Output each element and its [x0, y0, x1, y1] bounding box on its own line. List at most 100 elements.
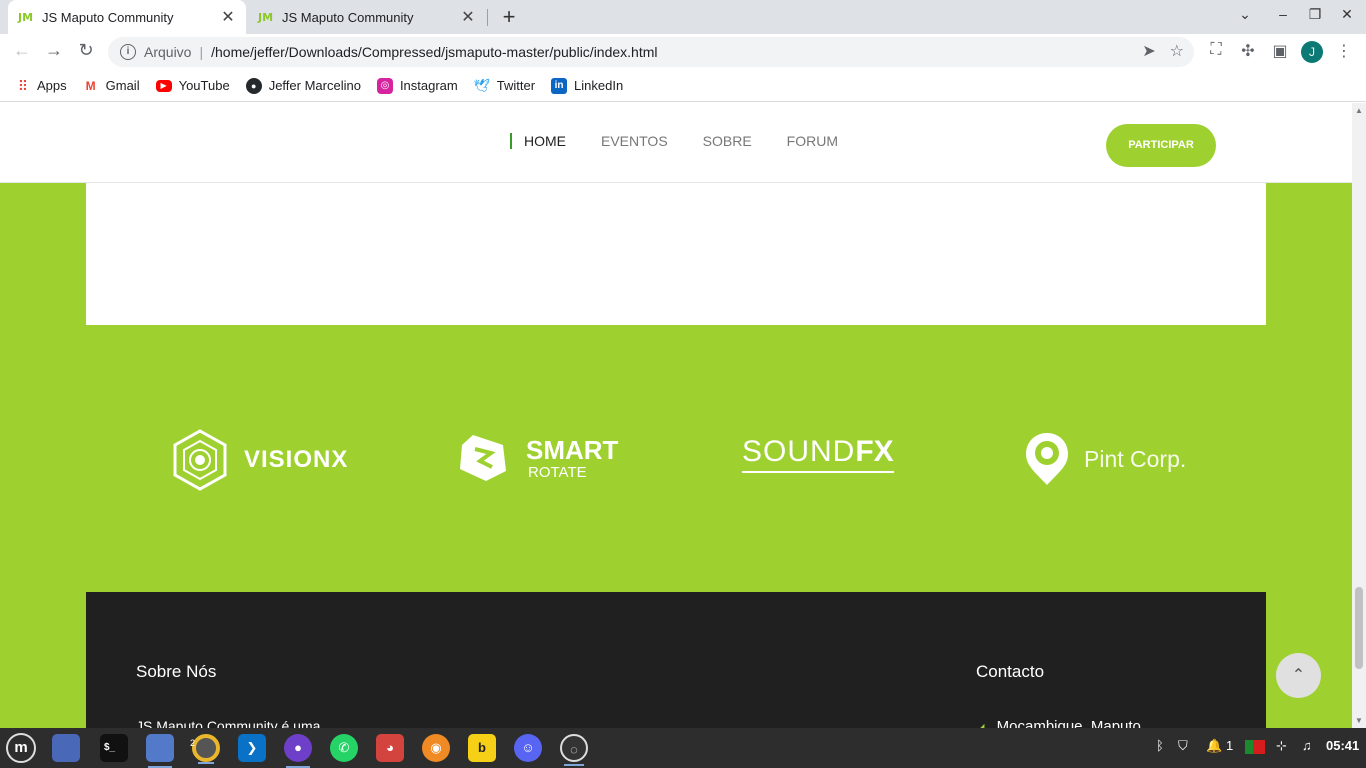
- tab-search-chevron-icon[interactable]: ⌄: [1234, 6, 1256, 23]
- tab-title: JS Maputo Community: [282, 9, 414, 25]
- new-tab-button[interactable]: +: [498, 4, 520, 30]
- nav-eventos[interactable]: EVENTOS: [601, 133, 668, 149]
- tab-title: JS Maputo Community: [42, 9, 174, 25]
- partner-logos: VISIONX SMART ROTATE SOUND FX Pint Corp.: [0, 421, 1352, 501]
- send-icon[interactable]: ➤: [1142, 41, 1155, 61]
- bookmark-apps[interactable]: ⠿ Apps: [14, 78, 67, 94]
- side-panel-icon[interactable]: ▣: [1269, 41, 1291, 61]
- participar-button[interactable]: PARTICIPAR: [1106, 124, 1216, 167]
- address-url[interactable]: /home/jeffer/Downloads/Compressed/jsmapu…: [211, 44, 657, 60]
- scroll-down-arrow-icon[interactable]: ▼: [1355, 716, 1363, 725]
- jsm-favicon-icon: JM: [18, 10, 34, 24]
- tab-divider: [487, 9, 488, 26]
- site-footer: Sobre Nós JS Maputo Community é uma Cont…: [86, 592, 1266, 728]
- site-info-icon[interactable]: i: [120, 44, 136, 60]
- smart-rotate-icon: [460, 435, 506, 481]
- clock[interactable]: 05:41: [1326, 738, 1359, 753]
- notification-count: 1: [1226, 738, 1234, 753]
- network-icon[interactable]: ⊹: [1276, 738, 1287, 754]
- bookmark-gmail[interactable]: M Gmail: [83, 78, 140, 94]
- visionx-logo: VISIONX: [172, 429, 348, 491]
- sound-icon[interactable]: ♫: [1302, 738, 1312, 753]
- notifications-icon[interactable]: 🔔: [1206, 738, 1222, 754]
- github-icon: ●: [245, 77, 262, 94]
- browser-toolbar: ← → ↻ i Arquivo | /home/jeffer/Downloads…: [0, 34, 1366, 70]
- bookmark-jeffer-marcelino[interactable]: ● Jeffer Marcelino: [245, 77, 361, 94]
- footer-about-text: JS Maputo Community é uma: [136, 718, 321, 728]
- bookmark-youtube[interactable]: ▶ YouTube: [155, 78, 230, 93]
- bookmark-instagram[interactable]: ◎ Instagram: [376, 77, 458, 94]
- whatsapp-icon[interactable]: ✆: [330, 734, 358, 762]
- obs-icon[interactable]: ◌: [560, 734, 588, 766]
- sound-wordmark: SOUND: [742, 435, 856, 468]
- scrollbar-thumb[interactable]: [1355, 587, 1363, 669]
- vscode-icon[interactable]: ❯: [238, 734, 266, 762]
- footer-contact-title: Contacto: [976, 662, 1045, 681]
- blender-icon[interactable]: ◉: [422, 734, 450, 762]
- jsm-favicon-icon: JM: [258, 10, 274, 24]
- linkedin-icon: in: [551, 77, 568, 94]
- bookmark-star-icon[interactable]: ☆: [1170, 41, 1184, 61]
- shield-icon[interactable]: ⛉: [1178, 738, 1188, 754]
- sound-fx-logo: SOUND FX: [742, 435, 894, 473]
- site-header: HOME EVENTOS SOBRE FORUM PARTICIPAR: [0, 103, 1352, 183]
- address-divider: |: [199, 44, 204, 60]
- keyboard-layout-flag-icon[interactable]: [1245, 740, 1265, 754]
- nav-home[interactable]: HOME: [510, 133, 566, 149]
- fx-wordmark: FX: [855, 435, 894, 468]
- footer-about-title: Sobre Nós: [136, 662, 217, 681]
- chrome-window-count: 2: [190, 738, 196, 748]
- discord-icon[interactable]: ☺: [514, 734, 542, 762]
- restore-button[interactable]: ❐: [1304, 6, 1326, 23]
- os-taskbar: m $_ 2 ❯ ● ✆ ◕ ◉ b ☺ ◌ ᛒ ⛉ 🔔 1 ⊹ ♫ 05:41: [0, 728, 1366, 768]
- rotate-wordmark: ROTATE: [528, 463, 587, 481]
- close-tab-icon[interactable]: ✕: [460, 7, 476, 27]
- back-to-top-button[interactable]: ⌃: [1276, 653, 1321, 698]
- forward-button[interactable]: →: [42, 40, 66, 61]
- minimize-button[interactable]: –: [1272, 6, 1294, 22]
- bookmark-label: Twitter: [496, 78, 536, 93]
- screen-capture-icon[interactable]: ⛶: [1205, 41, 1227, 59]
- terminal-icon[interactable]: $_: [100, 734, 128, 762]
- footer-contact-text: Moçambique, Maputo: [996, 718, 1141, 728]
- browser-menu-icon[interactable]: ⋮: [1333, 41, 1355, 61]
- content-card: [86, 183, 1266, 325]
- site-nav: HOME EVENTOS SOBRE FORUM: [510, 133, 873, 149]
- extensions-puzzle-icon[interactable]: ✣: [1237, 41, 1259, 61]
- profile-avatar[interactable]: J: [1301, 41, 1323, 63]
- chrome-icon[interactable]: 2: [190, 734, 220, 764]
- bookmark-twitter[interactable]: 🕊 Twitter: [474, 78, 535, 94]
- tab-js-maputo-active[interactable]: JM JS Maputo Community ✕: [8, 0, 246, 34]
- close-tab-icon[interactable]: ✕: [220, 7, 236, 27]
- footer-contact-location: ◢ Moçambique, Maputo: [976, 718, 1141, 728]
- scroll-up-arrow-icon[interactable]: ▲: [1355, 106, 1363, 115]
- map-pin-icon: [1026, 433, 1068, 485]
- nav-sobre[interactable]: SOBRE: [703, 133, 752, 149]
- show-desktop-icon[interactable]: [52, 734, 80, 762]
- reload-button[interactable]: ↻: [74, 40, 98, 61]
- bookmark-label: Jeffer Marcelino: [268, 78, 361, 93]
- bookmark-label: Gmail: [105, 78, 140, 93]
- tab-strip: JM JS Maputo Community ✕ JM JS Maputo Co…: [0, 0, 1366, 34]
- bluestacks-icon[interactable]: b: [468, 734, 496, 762]
- gmail-icon: M: [85, 78, 96, 93]
- back-button[interactable]: ←: [10, 40, 34, 61]
- bookmark-label: Instagram: [399, 78, 458, 93]
- youtube-icon: ▶: [155, 79, 172, 92]
- bookmark-linkedin[interactable]: in LinkedIn: [551, 77, 623, 94]
- address-bar[interactable]: i Arquivo | /home/jeffer/Downloads/Compr…: [108, 37, 1194, 67]
- bluetooth-icon[interactable]: ᛒ: [1156, 738, 1164, 753]
- smart-wordmark: SMART: [526, 434, 619, 465]
- page-viewport: HOME EVENTOS SOBRE FORUM PARTICIPAR VISI…: [0, 103, 1352, 728]
- address-scheme-label: Arquivo: [144, 44, 192, 60]
- gimp-icon[interactable]: ◕: [376, 734, 404, 762]
- github-desktop-icon[interactable]: ●: [284, 734, 312, 768]
- page-scrollbar[interactable]: ▲ ▼: [1352, 103, 1366, 728]
- nav-forum[interactable]: FORUM: [787, 133, 838, 149]
- visionx-hexagon-icon: [173, 429, 227, 491]
- close-window-button[interactable]: ✕: [1336, 6, 1358, 23]
- mint-menu-icon[interactable]: m: [6, 733, 36, 763]
- files-icon[interactable]: [146, 734, 174, 768]
- tab-js-maputo[interactable]: JM JS Maputo Community ✕: [248, 0, 486, 34]
- bookmark-label: Apps: [37, 78, 67, 93]
